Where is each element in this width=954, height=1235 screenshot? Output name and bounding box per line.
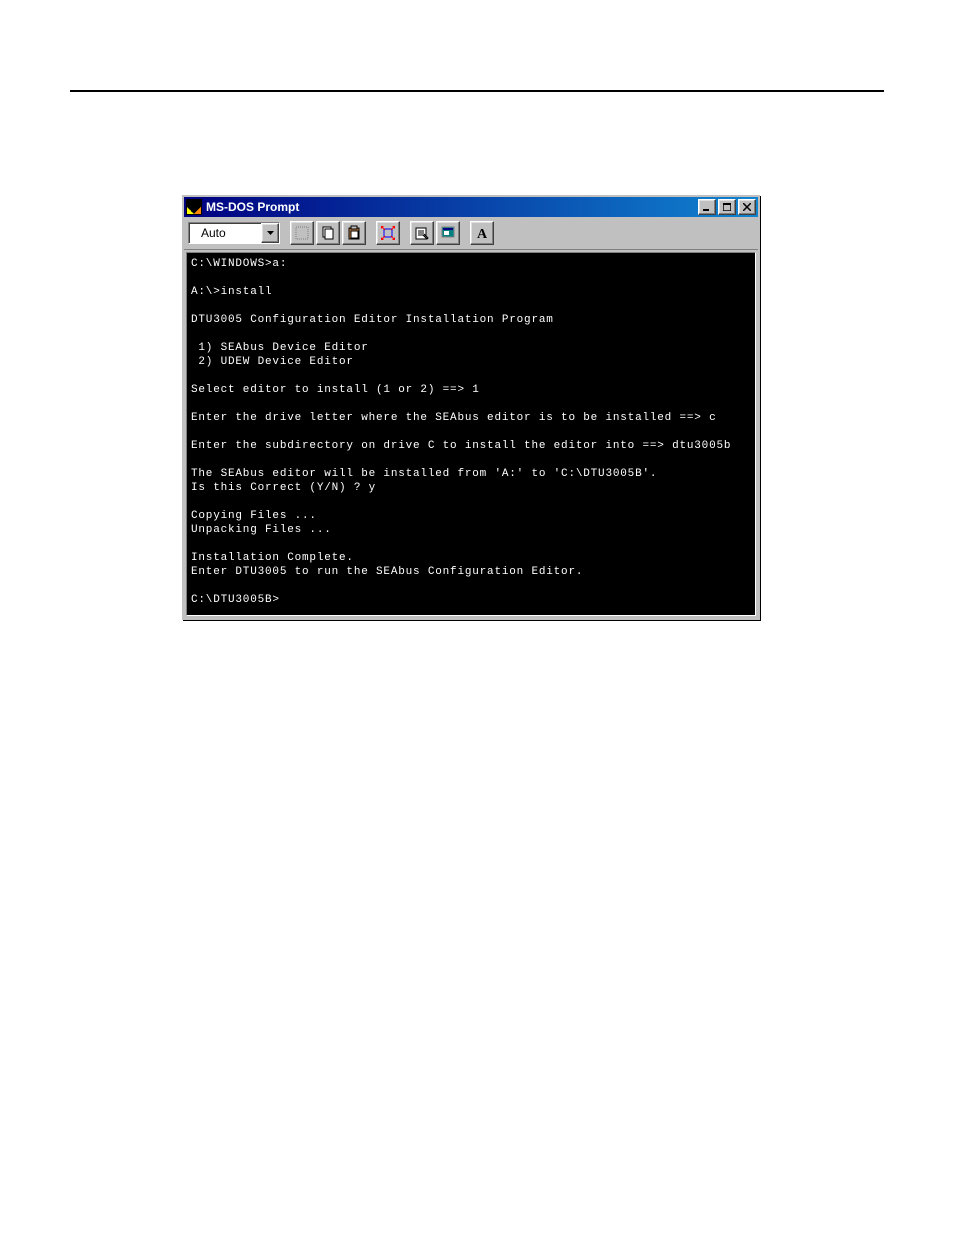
dropdown-button[interactable] [261, 223, 279, 243]
app-icon [186, 199, 202, 215]
background-button[interactable] [436, 221, 460, 245]
minimize-button[interactable] [698, 199, 716, 215]
font-button[interactable]: A [470, 221, 494, 245]
mark-button[interactable] [290, 221, 314, 245]
combo-value: Auto [201, 226, 226, 240]
console-output[interactable]: C:\WINDOWS>a: A:\>install DTU3005 Config… [186, 252, 756, 616]
dos-window: MS-DOS Prompt Auto [182, 195, 760, 620]
toolbar: Auto A [184, 217, 758, 250]
svg-text:A: A [477, 227, 488, 241]
window-controls [698, 199, 756, 215]
paste-button[interactable] [342, 221, 366, 245]
maximize-button[interactable] [718, 199, 736, 215]
titlebar[interactable]: MS-DOS Prompt [184, 197, 758, 217]
fullscreen-button[interactable] [376, 221, 400, 245]
close-button[interactable] [738, 199, 756, 215]
font-size-combo[interactable]: Auto [188, 222, 280, 244]
copy-button[interactable] [316, 221, 340, 245]
properties-button[interactable] [410, 221, 434, 245]
window-title: MS-DOS Prompt [206, 200, 698, 214]
page-divider [70, 90, 884, 92]
